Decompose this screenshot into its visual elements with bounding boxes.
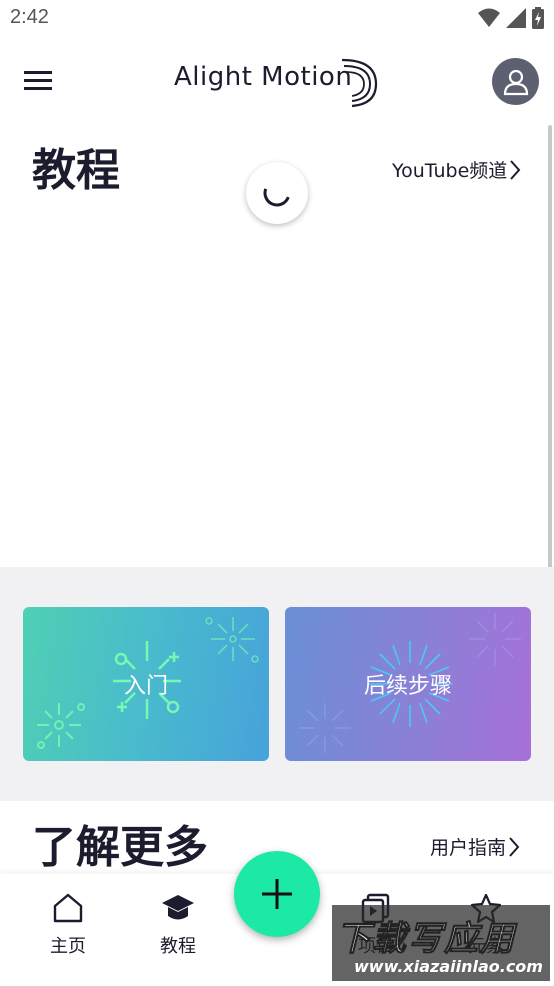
nav-home-label: 主页	[50, 936, 86, 957]
menu-button[interactable]	[20, 62, 56, 98]
watermark: 下载写应用 www.xiazaiinlao.com	[332, 905, 550, 981]
status-time: 2:42	[10, 6, 49, 28]
nav-tutorials-label: 教程	[160, 936, 196, 957]
youtube-channel-link[interactable]: YouTube频道	[392, 156, 521, 183]
wifi-icon	[478, 8, 500, 27]
getting-started-card[interactable]: 入门	[23, 607, 269, 761]
loading-spinner	[246, 162, 308, 224]
graduation-cap-icon	[162, 895, 194, 920]
user-guide-label: 用户指南	[430, 837, 507, 859]
nav-tutorials[interactable]: 教程	[133, 892, 223, 972]
next-steps-card[interactable]: 后续步骤	[285, 607, 531, 761]
watermark-title: 下载写应用	[336, 919, 516, 960]
tutorials-title: 教程	[32, 145, 120, 196]
status-icons	[478, 7, 544, 29]
app-logo-text: Alight Motion	[174, 62, 353, 92]
hamburger-menu-icon	[24, 71, 52, 90]
spinner-arc-icon	[263, 188, 290, 207]
chevron-right-icon	[510, 159, 521, 180]
getting-started-label: 入门	[123, 674, 168, 699]
plus-icon	[262, 879, 292, 909]
scrollbar[interactable]	[548, 125, 552, 593]
account-avatar-button[interactable]	[492, 58, 539, 105]
app-bar: Alight Motion	[0, 40, 554, 124]
chevron-right-icon	[509, 836, 520, 857]
signal-icon	[506, 8, 526, 28]
nav-home[interactable]: 主页	[23, 892, 113, 972]
home-icon	[53, 893, 83, 923]
battery-icon	[532, 7, 544, 29]
status-bar: 2:42	[0, 0, 554, 38]
user-guide-link[interactable]: 用户指南	[430, 833, 520, 860]
next-steps-label: 后续步骤	[363, 674, 452, 699]
learn-more-title: 了解更多	[32, 822, 208, 873]
watermark-url: www.xiazaiinlao.com	[354, 957, 543, 976]
logo-swirl-icon	[341, 58, 378, 108]
create-project-fab[interactable]	[234, 851, 320, 937]
user-icon	[503, 69, 528, 95]
youtube-channel-label: YouTube频道	[392, 160, 508, 182]
app-logo: Alight Motion	[174, 54, 384, 110]
